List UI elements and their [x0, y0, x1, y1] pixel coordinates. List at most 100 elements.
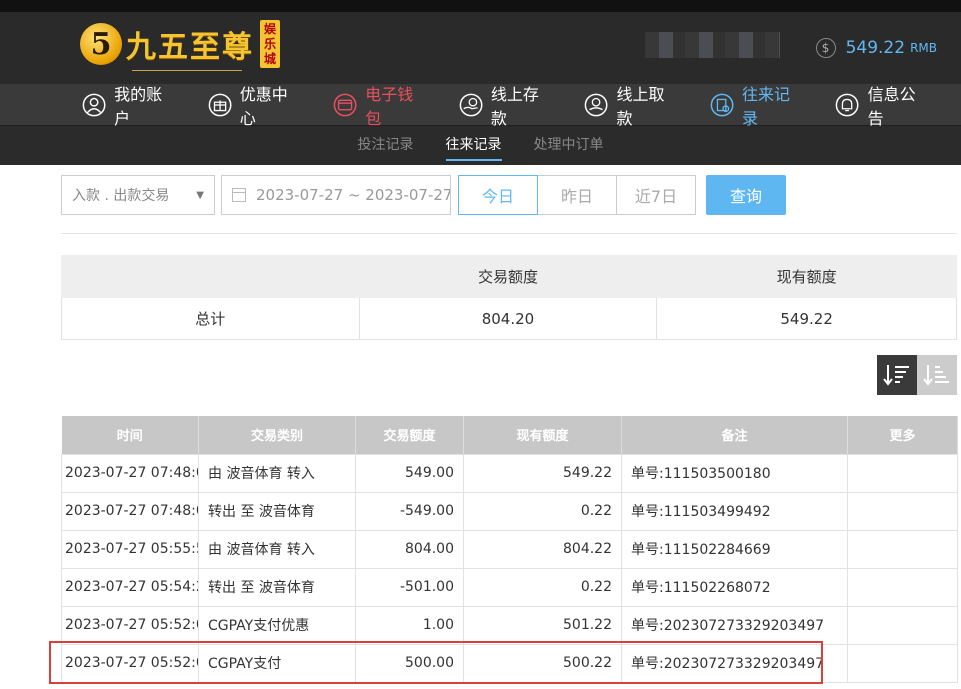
- records-header: 时间 交易类别 交易额度 现有额度 备注 更多: [61, 416, 958, 454]
- sort-desc-icon: [883, 365, 909, 386]
- records-header-cell: 交易额度: [355, 416, 464, 454]
- balance-currency: RMB: [910, 41, 937, 55]
- table-cell: 1.00: [355, 605, 464, 645]
- table-cell: 单号:202307273329203497: [621, 605, 848, 645]
- table-cell: [847, 453, 958, 493]
- sort-desc-button[interactable]: [877, 355, 917, 395]
- bell-icon: [836, 93, 859, 116]
- summary-current-balance: 549.22: [656, 297, 957, 340]
- today-button[interactable]: 今日: [458, 175, 538, 215]
- top-strip: [0, 0, 961, 12]
- balance-display: $ 549.22 RMB: [815, 38, 937, 58]
- main-nav: 我的账户 优惠中心 电子钱包 线上存款 线上取款 往来记录 信息公告: [0, 81, 961, 129]
- sub-nav: 投注记录 往来记录 处理中订单: [0, 126, 961, 165]
- nav-item-2[interactable]: 电子钱包: [333, 81, 425, 129]
- nav-item-4[interactable]: 线上取款: [584, 81, 676, 129]
- caret-down-icon: ▼: [196, 189, 204, 201]
- table-cell: [847, 643, 958, 683]
- transaction-type-select[interactable]: 入款 . 出款交易 ▼: [61, 175, 215, 215]
- table-row: 2023-07-27 07:48:08由 波音体育 转入549.00549.22…: [61, 453, 958, 493]
- table-cell: 转出 至 波音体育: [198, 567, 356, 607]
- table-cell: CGPAY支付: [198, 643, 356, 683]
- wallet-icon: [333, 93, 357, 116]
- table-cell: 单号:111502284669: [621, 529, 848, 569]
- table-cell: [847, 491, 958, 531]
- table-row: 2023-07-27 05:52:02CGPAY支付优惠1.00501.22单号…: [61, 605, 958, 645]
- table-cell: 由 波音体育 转入: [198, 529, 356, 569]
- table-cell: -549.00: [355, 491, 464, 531]
- balance-amount: 549.22: [845, 38, 906, 58]
- deposit-icon: [459, 93, 483, 116]
- divider: [61, 233, 957, 234]
- calendar-icon: [232, 188, 246, 202]
- table-cell: 2023-07-27 05:55:58: [61, 529, 199, 569]
- table-cell: 804.22: [463, 529, 622, 569]
- subnav-tab-2[interactable]: 处理中订单: [534, 126, 604, 165]
- nav-item-label: 我的账户: [114, 84, 163, 128]
- nav-item-label: 往来记录: [742, 84, 791, 128]
- table-cell: 549.22: [463, 453, 622, 493]
- subnav-tab-1[interactable]: 往来记录: [445, 126, 502, 165]
- sort-asc-icon: [923, 365, 949, 386]
- sort-asc-button[interactable]: [917, 355, 957, 395]
- table-cell: 549.00: [355, 453, 464, 493]
- summary-label: 总计: [61, 297, 360, 340]
- search-button[interactable]: 查询: [706, 175, 786, 215]
- records-header-cell: 交易类别: [198, 416, 356, 454]
- nav-item-label: 电子钱包: [365, 84, 414, 128]
- nav-item-0[interactable]: 我的账户: [82, 81, 174, 129]
- table-cell: 由 波音体育 转入: [198, 453, 356, 493]
- nav-item-label: 线上取款: [616, 84, 665, 128]
- records-header-cell: 备注: [621, 416, 848, 454]
- summary-table: 交易额度 现有额度 总计 804.20 549.22: [61, 255, 957, 340]
- table-cell: 转出 至 波音体育: [198, 491, 356, 531]
- table-cell: 2023-07-27 05:52:02: [61, 643, 199, 683]
- table-cell: 单号:111502268072: [621, 567, 848, 607]
- table-row: 2023-07-27 07:48:05转出 至 波音体育-549.000.22单…: [61, 491, 958, 531]
- logo-ornament: [132, 70, 242, 78]
- table-cell: 单号:202307273329203497: [621, 643, 848, 683]
- table-cell: 2023-07-27 07:48:05: [61, 491, 199, 531]
- gift-icon: [208, 93, 232, 116]
- table-row: 2023-07-27 05:54:29转出 至 波音体育-501.000.22单…: [61, 567, 958, 607]
- record-icon: [710, 93, 734, 116]
- nav-item-6[interactable]: 信息公告: [835, 81, 927, 129]
- sort-toggle: [877, 355, 957, 395]
- table-row: 2023-07-27 05:52:02CGPAY支付500.00500.22单号…: [61, 643, 958, 683]
- table-cell: [847, 567, 958, 607]
- records-header-cell: 时间: [61, 416, 199, 454]
- withdraw-icon: [584, 93, 608, 116]
- summary-transaction-total: 804.20: [358, 297, 658, 340]
- date-range-value: 2023-07-27 ~ 2023-07-27: [256, 186, 451, 204]
- summary-row: 总计 804.20 549.22: [61, 297, 957, 340]
- date-range-input[interactable]: 2023-07-27 ~ 2023-07-27: [221, 175, 451, 215]
- summary-header: 交易额度 现有额度: [61, 255, 957, 298]
- table-cell: [847, 605, 958, 645]
- records-header-cell: 更多: [847, 416, 958, 454]
- logo-badge: 娱乐城: [260, 20, 280, 68]
- table-cell: 804.00: [355, 529, 464, 569]
- transaction-type-value: 入款 . 出款交易: [72, 188, 170, 204]
- table-cell: 2023-07-27 05:52:02: [61, 605, 199, 645]
- records-header-cell: 现有额度: [463, 416, 622, 454]
- table-cell: [847, 529, 958, 569]
- site-logo[interactable]: 5 九五至尊 娱乐城: [80, 20, 280, 71]
- nav-item-1[interactable]: 优惠中心: [208, 81, 300, 129]
- table-cell: 0.22: [463, 567, 622, 607]
- summary-header-cell: 交易额度: [358, 255, 658, 298]
- table-cell: 2023-07-27 07:48:08: [61, 453, 199, 493]
- dollar-icon: $: [815, 38, 836, 58]
- last-7-days-button[interactable]: 近7日: [616, 175, 696, 215]
- logo-text: 九五至尊: [126, 30, 254, 65]
- site-header: 5 九五至尊 娱乐城 $ 549.22 RMB: [0, 12, 961, 84]
- nav-item-5[interactable]: 往来记录: [710, 81, 802, 129]
- table-cell: 500.22: [463, 643, 622, 683]
- table-cell: 2023-07-27 05:54:29: [61, 567, 199, 607]
- table-cell: 500.00: [355, 643, 464, 683]
- table-cell: 单号:111503500180: [621, 453, 848, 493]
- table-cell: -501.00: [355, 567, 464, 607]
- table-cell: 501.22: [463, 605, 622, 645]
- subnav-tab-0[interactable]: 投注记录: [358, 126, 414, 165]
- nav-item-3[interactable]: 线上存款: [459, 81, 551, 129]
- yesterday-button[interactable]: 昨日: [537, 175, 617, 215]
